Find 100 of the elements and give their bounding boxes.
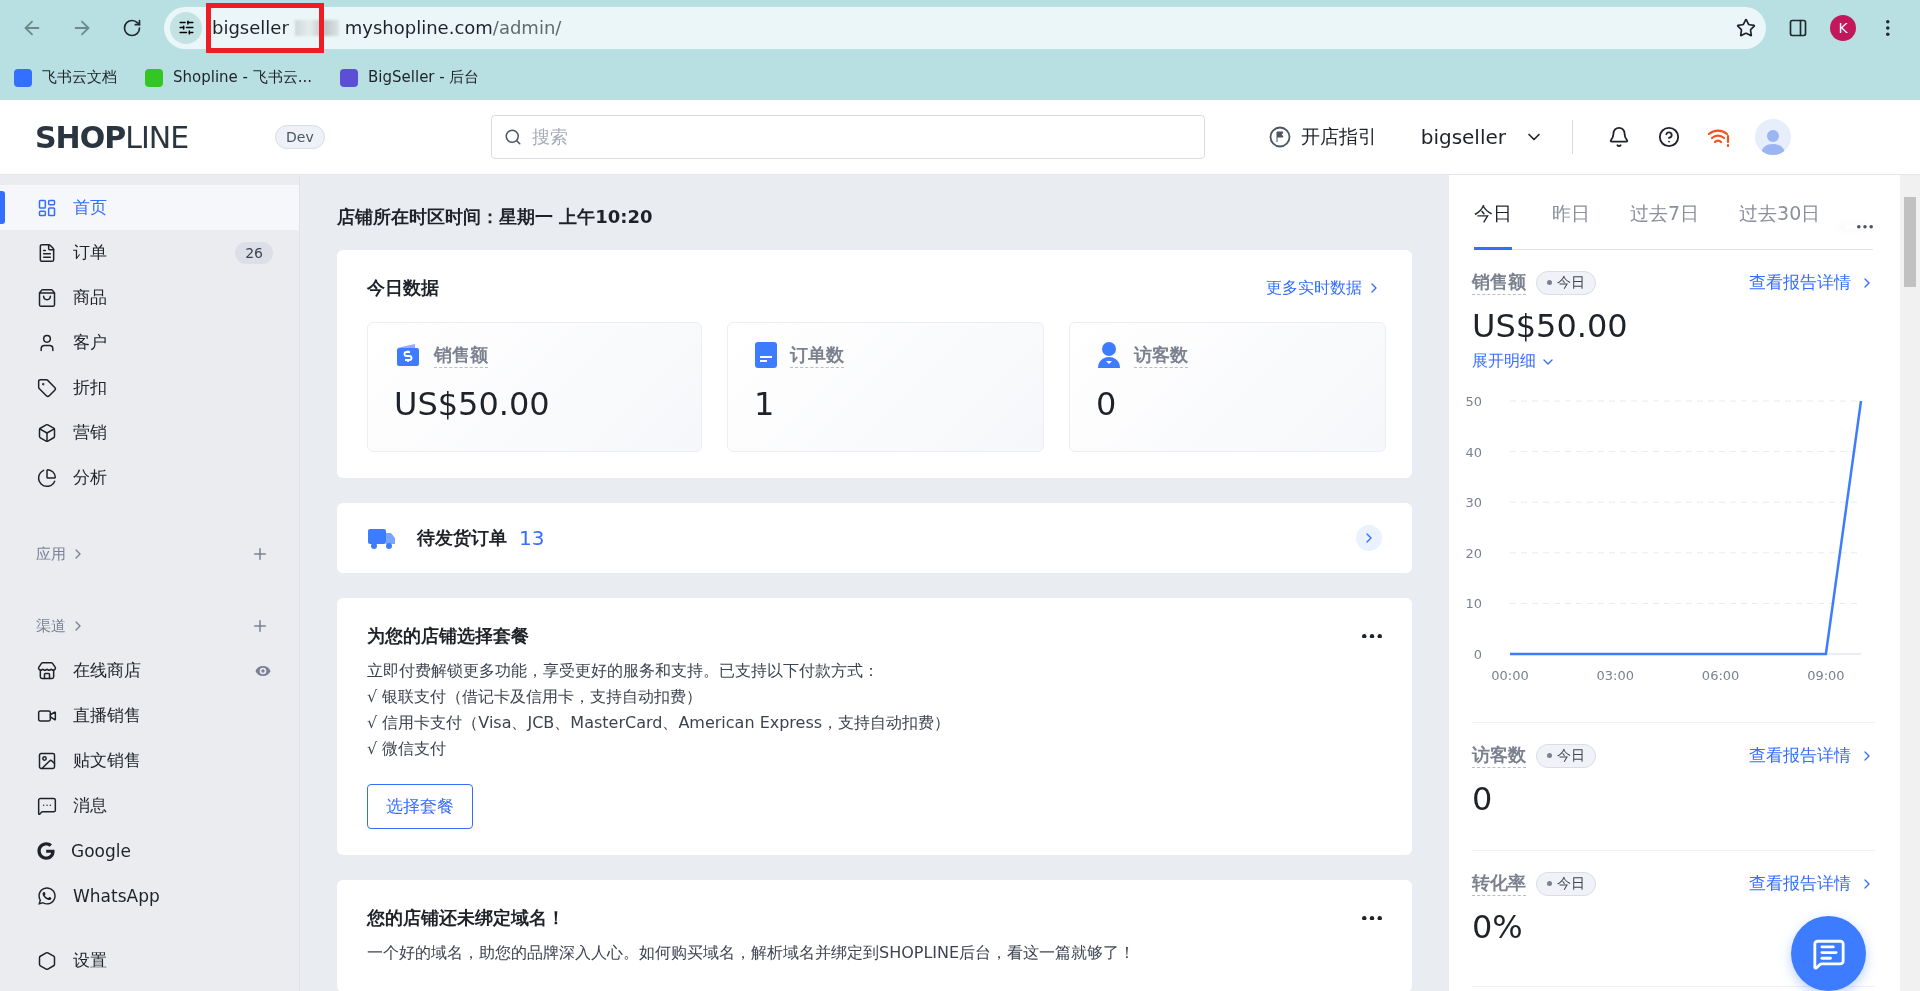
metric-label: 订单数	[790, 342, 844, 368]
sidebar-item[interactable]: WhatsApp	[0, 873, 299, 918]
document-icon	[754, 341, 778, 369]
document-icon	[37, 242, 57, 263]
more-button[interactable]	[1362, 915, 1382, 921]
person-icon	[1096, 341, 1122, 369]
wallet-icon	[394, 341, 422, 369]
reload-icon	[122, 17, 142, 38]
bookmark[interactable]: 飞书云文档	[14, 68, 117, 87]
axis-label: 0	[1473, 647, 1482, 662]
tag-icon	[37, 377, 57, 398]
sliders-icon	[177, 19, 195, 36]
sidebar-item[interactable]: 消息	[0, 783, 299, 828]
sidebar-item[interactable]: 贴文销售	[0, 738, 299, 783]
axis-label: 20	[1465, 545, 1482, 561]
sidebar-item[interactable]: 商品	[0, 275, 299, 320]
open-button[interactable]	[1356, 525, 1382, 551]
card-text: √ 信用卡支付（Visa、JCB、MasterCard、American Express，支持自动扣费）	[367, 712, 952, 734]
axis-label: 03:00	[1596, 668, 1635, 683]
blurred-text	[294, 19, 339, 36]
whatsapp-icon	[37, 885, 57, 906]
plus-icon	[251, 545, 269, 563]
choose-plan-button[interactable]: 选择套餐	[367, 784, 473, 829]
period-badge: 今日	[1536, 871, 1596, 896]
sidebar-item[interactable]: 订单 26	[0, 230, 299, 275]
sidebar-item[interactable]: 在线商店	[0, 648, 299, 693]
sidebar-item[interactable]: 折扣	[0, 365, 299, 410]
more-dots-icon	[1362, 633, 1382, 639]
period-tab[interactable]: 今日	[1474, 201, 1512, 250]
side-panel-icon	[1788, 17, 1808, 38]
axis-label: 09:00	[1807, 668, 1845, 683]
guide-button[interactable]: 开店指引	[1268, 124, 1377, 150]
dashboard-icon	[37, 197, 57, 218]
axis-label: 06:00	[1701, 668, 1740, 683]
axis-label: 10	[1465, 596, 1482, 612]
metric-value: 0%	[1472, 908, 1524, 946]
cube-icon	[37, 422, 57, 443]
wifi-warning-icon	[1707, 127, 1731, 147]
metric-value: 1	[754, 385, 776, 423]
person-icon	[37, 332, 57, 353]
metric-value: 0	[1472, 780, 1494, 818]
metric-value: US$50.00	[394, 385, 551, 423]
metric-label: 访客数	[1472, 743, 1526, 768]
user-avatar[interactable]	[1755, 119, 1791, 155]
card-text: 一个好的域名，助您的品牌深入人心。如何购买域名，解析域名并绑定到SHOPLINE后台，看这一篇就够了！	[367, 942, 1137, 964]
period-badge: 今日	[1536, 270, 1596, 295]
search-field[interactable]: 搜索	[490, 115, 1205, 159]
bag-icon	[37, 287, 57, 308]
flag-icon	[1268, 126, 1291, 148]
metric-label: 销售额	[1472, 270, 1526, 295]
search-icon	[503, 128, 522, 146]
sidebar-item[interactable]: 首页	[0, 185, 299, 230]
url-text: myshopline.com/admin/	[344, 17, 562, 38]
card-title: 为您的店铺选择套餐	[367, 624, 529, 648]
sidebar-item[interactable]: 客户	[0, 320, 299, 365]
sidebar-item[interactable]: 分析	[0, 455, 299, 500]
period-badge: 今日	[1536, 743, 1596, 768]
metric-label: 销售额	[434, 342, 488, 368]
more-data-link[interactable]: 更多实时数据	[1266, 277, 1382, 299]
card-text: √ 银联支付（借记卡及信用卡，支持自动扣费）	[367, 686, 704, 708]
bookmark[interactable]: Shopline - 飞书云...	[145, 68, 313, 87]
profile-avatar[interactable]: K	[1830, 14, 1856, 41]
card-text: 立即付费解锁更多功能，享受更好的服务和支持。已支持以下付款方式：	[367, 660, 880, 682]
sidebar-item[interactable]: 营销	[0, 410, 299, 455]
metric-label: 转化率	[1472, 871, 1526, 896]
more-tabs-button[interactable]	[1845, 225, 1873, 229]
image-icon	[37, 750, 57, 771]
help-icon	[1658, 126, 1680, 148]
storefront-icon	[37, 660, 57, 681]
axis-label: 30	[1465, 495, 1482, 511]
metric-value: US$50.00	[1472, 307, 1629, 345]
store-time: 店铺所在时区时间：星期一 上午10:20	[337, 205, 654, 229]
sidebar-item[interactable]: 直播销售	[0, 693, 299, 738]
menu-icon	[1886, 19, 1890, 36]
sidebar-item[interactable]: Google	[0, 828, 299, 873]
sidebar-item[interactable]: 设置	[0, 938, 299, 983]
report-link[interactable]: 查看报告详情	[1749, 872, 1875, 895]
metric-value: 0	[1096, 385, 1118, 423]
store-selector[interactable]: bigseller	[1420, 125, 1544, 149]
google-icon	[37, 841, 55, 860]
count-badge: 26	[235, 241, 273, 264]
bookmark[interactable]: BigSeller - 后台	[340, 68, 480, 87]
pending-orders-label: 待发货订单	[417, 526, 507, 550]
url-text: bigseller	[212, 17, 289, 38]
site-settings-button[interactable]	[170, 11, 202, 44]
more-dots-icon	[1362, 915, 1382, 921]
pending-orders-count: 13	[519, 526, 545, 550]
expand-details-button[interactable]: 展开明细	[1472, 351, 1556, 372]
bookmark-star-icon[interactable]	[1736, 17, 1756, 38]
more-dots-icon	[1857, 225, 1873, 229]
report-link[interactable]: 查看报告详情	[1749, 271, 1875, 294]
more-button[interactable]	[1362, 633, 1382, 639]
report-link[interactable]: 查看报告详情	[1749, 744, 1875, 767]
add-button[interactable]	[251, 545, 269, 563]
plus-icon	[251, 617, 269, 635]
axis-label: 50	[1465, 394, 1482, 409]
add-button[interactable]	[251, 617, 269, 635]
axis-label: 40	[1465, 444, 1482, 460]
pie-chart-icon	[37, 467, 57, 488]
scrollbar[interactable]	[1900, 175, 1920, 991]
